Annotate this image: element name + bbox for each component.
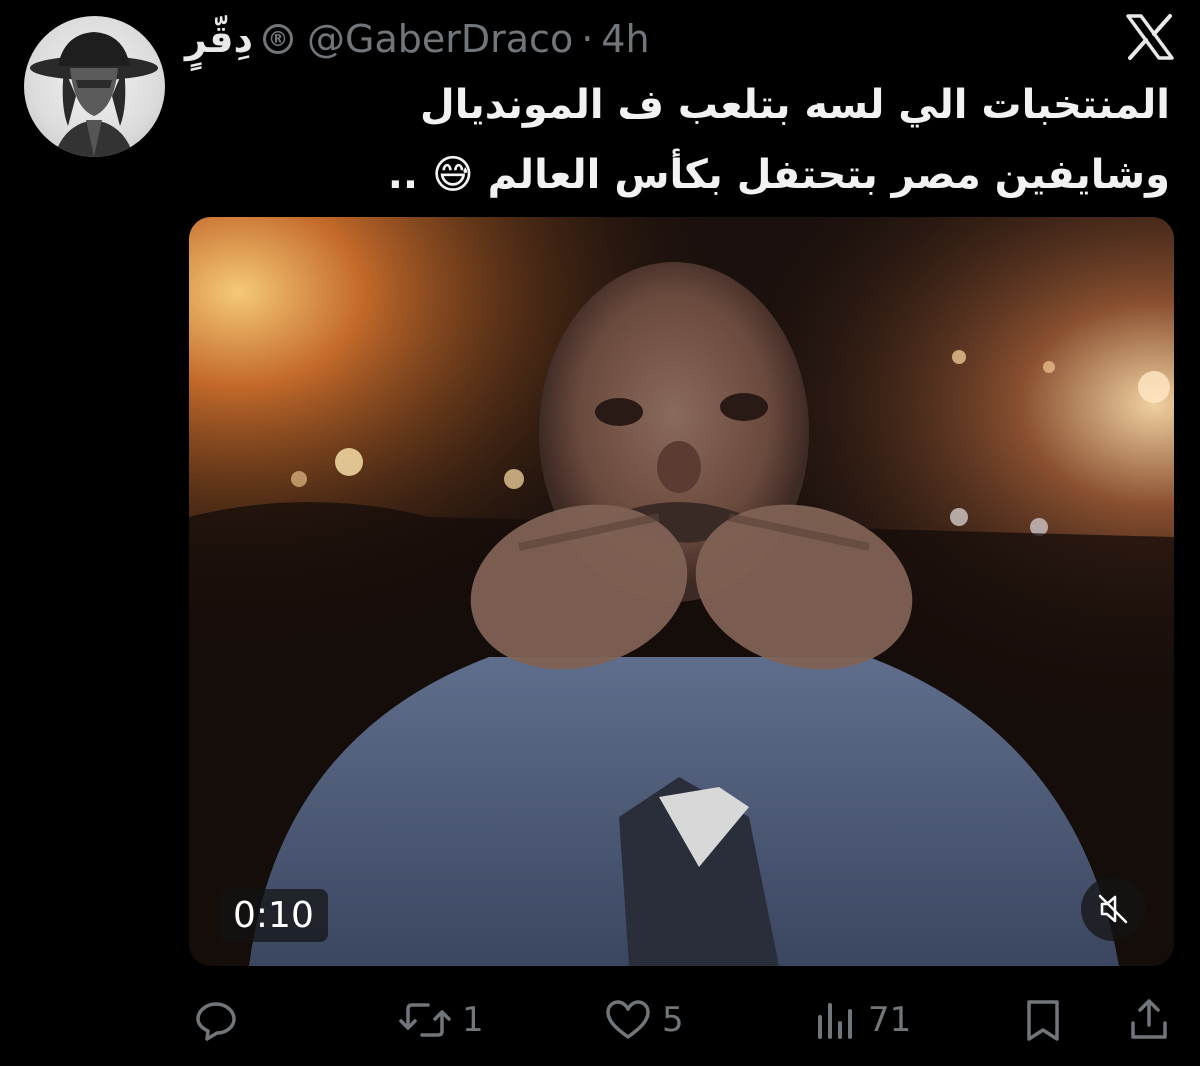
registered-badge-icon: ® xyxy=(263,24,294,54)
author-display-name[interactable]: دِقّرٍ xyxy=(185,17,253,61)
tweet-timestamp[interactable]: 4h xyxy=(601,17,649,61)
video-player[interactable]: 0:10 xyxy=(189,217,1174,966)
views-chart-icon xyxy=(818,1003,852,1039)
tweet-text-line-1: المنتخبات الي لسه بتلعب ف المونديال xyxy=(420,82,1170,128)
like-count: 5 xyxy=(662,1000,684,1040)
share-icon xyxy=(1131,999,1167,1039)
video-frame xyxy=(189,217,1174,966)
mute-button[interactable] xyxy=(1081,877,1145,941)
like-button[interactable]: 5 xyxy=(604,985,684,1055)
speaker-muted-icon xyxy=(1098,894,1128,924)
cowboy-avatar-image xyxy=(30,32,158,157)
heart-icon xyxy=(606,1000,650,1039)
retweet-count: 1 xyxy=(462,1000,484,1040)
bookmark-button[interactable] xyxy=(1020,985,1066,1055)
retweet-icon xyxy=(399,1003,451,1037)
separator-dot: · xyxy=(581,17,594,61)
author-handle[interactable]: @GaberDraco xyxy=(307,17,573,61)
reply-icon xyxy=(196,1002,236,1041)
tweet-header: دِقّرٍ ® @GaberDraco · 4h xyxy=(185,14,650,64)
views-button[interactable]: 71 xyxy=(812,985,911,1055)
reply-button[interactable] xyxy=(193,985,249,1055)
views-count: 71 xyxy=(868,1000,912,1040)
share-button[interactable] xyxy=(1126,985,1172,1055)
x-logo-icon xyxy=(1125,14,1175,60)
video-duration: 0:10 xyxy=(219,889,328,942)
bookmark-icon xyxy=(1027,1000,1059,1041)
tweet-text: المنتخبات الي لسه بتلعب ف المونديال وشاي… xyxy=(300,70,1170,210)
author-avatar[interactable] xyxy=(24,16,165,157)
retweet-button[interactable]: 1 xyxy=(398,985,484,1055)
tweet-text-line-2: وشايفين مصر بتحتفل بكأس العالم 😅 .. xyxy=(387,152,1170,198)
tweet-action-bar: 1 5 71 xyxy=(0,985,1200,1055)
